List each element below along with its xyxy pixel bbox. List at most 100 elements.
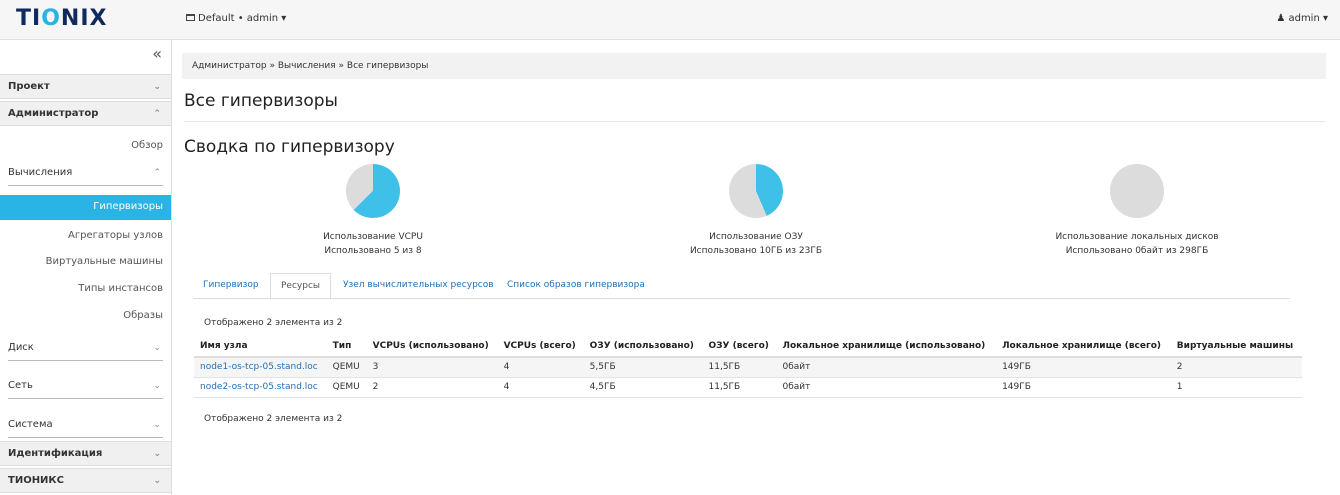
sidebar-section-identity[interactable]: Идентификация ⌄: [0, 441, 171, 466]
tab-hypervisor[interactable]: Гипервизор: [193, 273, 269, 299]
vcpu-usage-label: Использование VCPU Использовано 5 из 8: [233, 230, 513, 258]
items-count-top: Отображено 2 элемента из 2: [204, 318, 343, 328]
hypervisor-table: Имя узла Тип VCPUs (использовано) VCPUs …: [194, 335, 1302, 398]
column-header[interactable]: ОЗУ (использовано): [583, 335, 703, 358]
chart-title: Использование VCPU: [323, 232, 423, 242]
table-cell: node1-os-tcp-05.stand.loc: [194, 357, 327, 378]
chevron-up-icon: ⌃: [153, 109, 161, 119]
sidebar-item-overview[interactable]: Обзор: [0, 134, 171, 159]
sidebar-item-hypervisors[interactable]: Гипервизоры: [0, 195, 171, 220]
chart-subtitle: Использовано 10ГБ из 23ГБ: [689, 246, 823, 256]
column-header[interactable]: Тип: [326, 335, 367, 358]
collapse-sidebar-icon[interactable]: «: [152, 44, 162, 63]
divider: [8, 185, 163, 186]
chart-subtitle: Использовано 5 из 8: [324, 246, 422, 256]
sidebar-group-compute[interactable]: Вычисления ⌃: [0, 161, 171, 186]
chevron-down-icon: ⌄: [153, 381, 161, 391]
sidebar-section-label: Проект: [8, 81, 50, 92]
table-cell: 2: [1170, 357, 1302, 378]
table-cell: 2: [366, 377, 498, 398]
table-cell: 1: [1170, 377, 1302, 398]
sidebar-group-label: Система: [8, 419, 53, 430]
sidebar-group-volume[interactable]: Диск ⌄: [0, 336, 171, 361]
chevron-down-icon: ⌄: [153, 476, 161, 486]
divider: [8, 398, 163, 399]
column-header[interactable]: ОЗУ (всего): [702, 335, 777, 358]
page-title: Все гипервизоры: [184, 91, 338, 111]
disk-usage-pie: [1110, 164, 1164, 218]
chevron-down-icon: ⌄: [153, 420, 161, 430]
logo-text-prefix: TI: [16, 6, 42, 31]
column-header[interactable]: Имя узла: [194, 335, 327, 358]
column-header[interactable]: Локальное хранилище (всего): [996, 335, 1171, 358]
sidebar-section-project[interactable]: Проект ⌄: [0, 74, 171, 99]
sidebar-group-label: Диск: [8, 342, 34, 353]
breadcrumb: Администратор » Вычисления » Все гиперви…: [182, 53, 1326, 79]
chevron-down-icon: ⌄: [153, 449, 161, 459]
user-menu[interactable]: ♟ admin ▾: [1276, 13, 1328, 24]
project-icon: [186, 14, 195, 21]
table-cell: 11,5ГБ: [702, 377, 777, 398]
sidebar-item-images[interactable]: Образы: [0, 304, 171, 329]
tionix-logo[interactable]: TIONIX: [16, 6, 107, 31]
table-row: node2-os-tcp-05.stand.loc QEMU 2 4 4,5ГБ…: [194, 377, 1302, 398]
sidebar-section-admin[interactable]: Администратор ⌃: [0, 101, 171, 126]
host-link[interactable]: node2-os-tcp-05.stand.loc: [200, 382, 318, 392]
user-menu-label: admin ▾: [1288, 13, 1328, 24]
chevron-down-icon: ⌄: [153, 343, 161, 353]
divider: [8, 437, 163, 438]
user-icon: ♟: [1276, 13, 1286, 24]
items-count-bottom: Отображено 2 элемента из 2: [204, 414, 343, 424]
sidebar-item-host-aggregates[interactable]: Агрегаторы узлов: [0, 224, 171, 249]
table-cell: 3: [366, 357, 498, 378]
summary-title: Сводка по гипервизору: [184, 137, 395, 157]
column-header[interactable]: Виртуальные машины: [1170, 335, 1302, 358]
tab-compute-host[interactable]: Узел вычислительных ресурсов: [333, 273, 504, 299]
disk-usage-label: Использование локальных дисков Использов…: [997, 230, 1277, 258]
host-link[interactable]: node1-os-tcp-05.stand.loc: [200, 362, 318, 372]
table-cell: 0байт: [776, 377, 997, 398]
table-cell: 5,5ГБ: [583, 357, 703, 378]
chart-title: Использование ОЗУ: [709, 232, 803, 242]
chart-title: Использование локальных дисков: [1055, 232, 1219, 242]
logo-text-o: O: [41, 6, 61, 31]
table-cell: QEMU: [326, 357, 367, 378]
table-cell: 149ГБ: [996, 357, 1171, 378]
project-switcher[interactable]: Default • admin ▾: [186, 13, 286, 24]
chevron-up-icon: ⌃: [153, 168, 161, 178]
ram-usage-label: Использование ОЗУ Использовано 10ГБ из 2…: [616, 230, 896, 258]
table-cell: 4: [497, 357, 584, 378]
divider: [184, 121, 1326, 122]
table-cell: 4,5ГБ: [583, 377, 703, 398]
column-header[interactable]: VCPUs (всего): [497, 335, 584, 358]
vcpu-usage-pie: [346, 164, 400, 218]
table-cell: 149ГБ: [996, 377, 1171, 398]
sidebar-group-system[interactable]: Система ⌄: [0, 413, 171, 438]
sidebar-item-instances[interactable]: Виртуальные машины: [0, 250, 171, 275]
table-header-row: Имя узла Тип VCPUs (использовано) VCPUs …: [194, 335, 1302, 358]
sidebar-group-label: Вычисления: [8, 167, 73, 178]
tab-resources[interactable]: Ресурсы: [270, 273, 332, 299]
table-cell: 0байт: [776, 357, 997, 378]
table-cell: node2-os-tcp-05.stand.loc: [194, 377, 327, 398]
project-switcher-label: Default • admin ▾: [198, 13, 287, 24]
chevron-down-icon: ⌄: [153, 82, 161, 92]
sidebar-section-label: Администратор: [8, 108, 99, 119]
sidebar-group-network[interactable]: Сеть ⌄: [0, 374, 171, 399]
chart-subtitle: Использовано 0байт из 298ГБ: [1065, 246, 1209, 256]
sidebar: « Проект ⌄ Администратор ⌃ Обзор Вычислени…: [0, 40, 172, 495]
divider: [8, 360, 163, 361]
table-cell: 11,5ГБ: [702, 357, 777, 378]
divider: [193, 298, 1290, 299]
column-header[interactable]: VCPUs (использовано): [366, 335, 498, 358]
ram-usage-pie: [729, 164, 783, 218]
logo-text-suffix: NIX: [60, 6, 108, 31]
sidebar-group-label: Сеть: [8, 380, 33, 391]
table-row: node1-os-tcp-05.stand.loc QEMU 3 4 5,5ГБ…: [194, 357, 1302, 378]
sidebar-section-label: Идентификация: [8, 448, 103, 459]
sidebar-section-tionix[interactable]: ТИОНИКС ⌄: [0, 468, 171, 493]
sidebar-item-flavors[interactable]: Типы инстансов: [0, 277, 171, 302]
column-header[interactable]: Локальное хранилище (использовано): [776, 335, 997, 358]
tab-hypervisor-images[interactable]: Список образов гипервизора: [497, 273, 655, 299]
top-navbar: TIONIX Default • admin ▾ ♟ admin ▾: [0, 0, 1340, 40]
